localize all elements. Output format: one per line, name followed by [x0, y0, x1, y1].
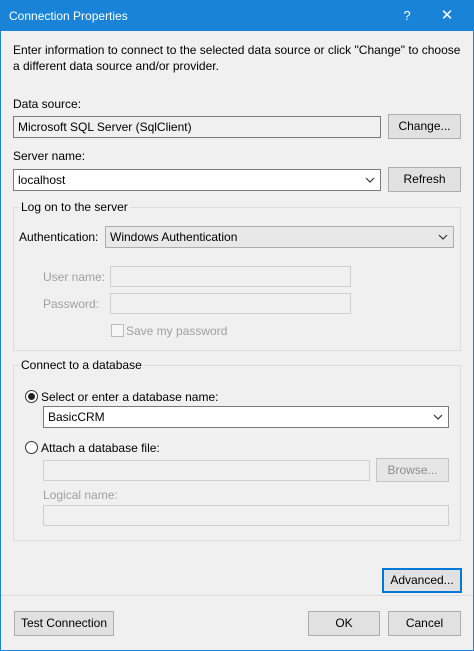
data-source-field: Microsoft SQL Server (SqlClient): [13, 116, 381, 138]
authentication-value: Windows Authentication: [110, 230, 238, 244]
help-icon[interactable]: ?: [389, 1, 425, 31]
radio-selected-dot: [28, 393, 35, 400]
select-database-label: Select or enter a database name:: [41, 390, 219, 404]
connection-properties-dialog: Connection Properties ? ✕ Enter informat…: [0, 0, 474, 651]
password-label: Password:: [43, 297, 100, 311]
cancel-button[interactable]: Cancel: [388, 611, 461, 636]
intro-text: Enter information to connect to the sele…: [13, 43, 461, 73]
username-label: User name:: [43, 270, 106, 284]
attach-database-radio[interactable]: [25, 441, 38, 454]
logical-name-input[interactable]: [43, 505, 449, 526]
title-bar[interactable]: Connection Properties ? ✕: [1, 1, 473, 31]
save-password-label: Save my password: [126, 324, 228, 338]
footer-separator: [1, 595, 473, 596]
ok-button[interactable]: OK: [308, 611, 380, 636]
password-input[interactable]: [110, 293, 351, 314]
test-connection-button[interactable]: Test Connection: [14, 611, 114, 636]
chevron-down-icon[interactable]: [430, 407, 446, 427]
close-icon[interactable]: ✕: [429, 1, 465, 31]
chevron-down-icon[interactable]: [362, 170, 378, 190]
save-password-checkbox[interactable]: [111, 324, 124, 337]
database-group-title: Connect to a database: [19, 358, 144, 372]
data-source-label: Data source:: [13, 97, 82, 111]
attach-database-label: Attach a database file:: [41, 441, 160, 455]
select-database-radio[interactable]: [25, 390, 38, 403]
refresh-button[interactable]: Refresh: [388, 167, 461, 192]
username-input[interactable]: [110, 266, 351, 287]
server-name-label: Server name:: [13, 149, 86, 163]
database-name-value: BasicCRM: [48, 410, 105, 424]
authentication-label: Authentication:: [19, 230, 99, 244]
server-name-combobox[interactable]: localhost: [13, 169, 381, 191]
logical-name-label: Logical name:: [43, 488, 118, 502]
browse-button[interactable]: Browse...: [376, 458, 449, 482]
window-title: Connection Properties: [9, 9, 128, 23]
change-button[interactable]: Change...: [388, 114, 461, 139]
attach-file-input[interactable]: [43, 460, 370, 481]
authentication-combobox[interactable]: Windows Authentication: [105, 226, 454, 248]
server-name-value: localhost: [18, 173, 66, 187]
logon-group-title: Log on to the server: [19, 200, 130, 214]
advanced-button[interactable]: Advanced...: [382, 568, 462, 593]
chevron-down-icon[interactable]: [435, 227, 451, 247]
database-name-combobox[interactable]: BasicCRM: [43, 406, 449, 428]
